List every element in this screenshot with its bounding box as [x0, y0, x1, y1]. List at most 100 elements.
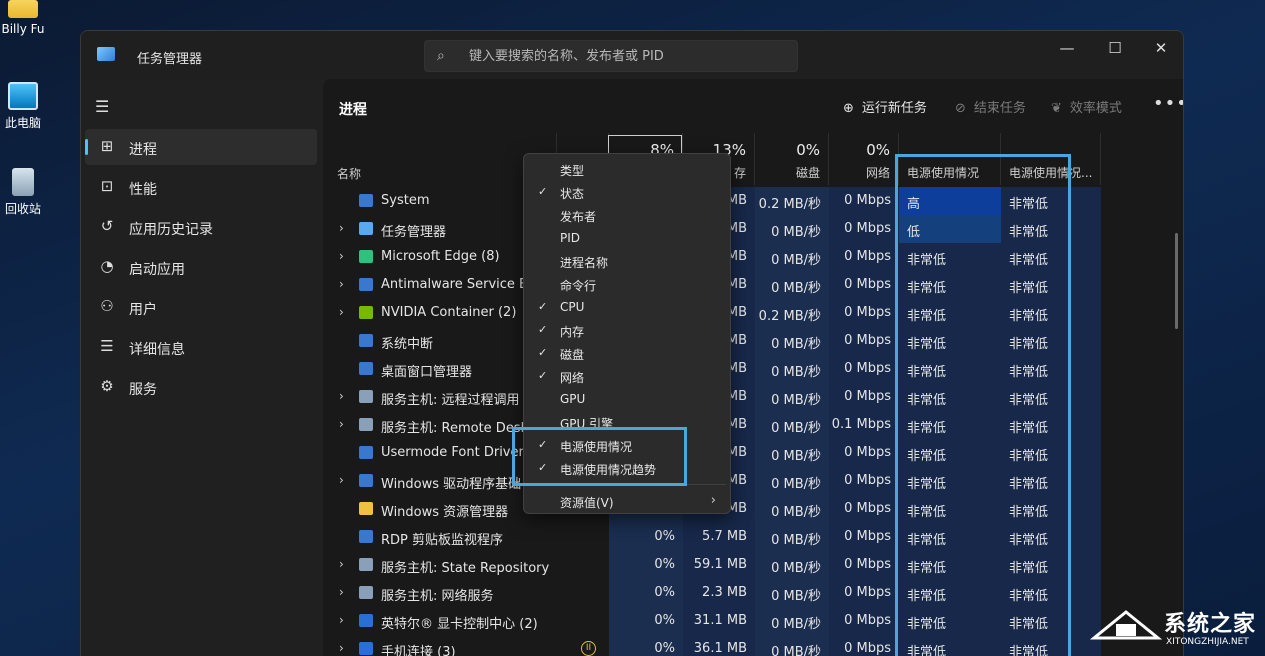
cell-power: 非常低 [899, 523, 1001, 551]
sidebar-item-startup-apps[interactable]: ◔ 启动应用 [85, 249, 317, 285]
process-row[interactable]: › 英特尔® 显卡控制中心 (2) 0% 31.1 MB 0 MB/秒 0 Mbps 非常低… [323, 607, 1183, 635]
sidebar-item-label: 应用历史记录 [129, 222, 213, 238]
cell-power: 非常低 [899, 467, 1001, 495]
sidebar-item-users[interactable]: ⚇ 用户 [85, 289, 317, 325]
expand-chevron-icon[interactable]: › [339, 585, 344, 599]
cell-cpu: 0% [609, 607, 683, 635]
column-header-name[interactable]: 名称 [323, 133, 557, 185]
process-icon [359, 586, 373, 599]
process-row[interactable]: › Microsoft Edge (8) MB 0 MB/秒 0 Mbps 非常低 非常低 [323, 243, 1183, 271]
expand-chevron-icon[interactable]: › [339, 613, 344, 627]
efficiency-mode-button[interactable]: ❦ 效率模式 [1051, 97, 1122, 116]
menu-item[interactable]: ✓ 电源使用情况趋势 [528, 457, 726, 480]
desktop-icon-label: 此电脑 [4, 116, 41, 130]
sidebar-item-app-history[interactable]: ↺ 应用历史记录 [85, 209, 317, 245]
sidebar-item-processes[interactable]: ⊞ 进程 [85, 129, 317, 165]
expand-chevron-icon[interactable]: › [339, 277, 344, 291]
process-row[interactable]: Windows 资源管理器 MB 0 MB/秒 0 Mbps 非常低 非常低 [323, 495, 1183, 523]
process-row[interactable]: › 服务主机: State Repository ... 0% 59.1 MB 0 MB… [323, 551, 1183, 579]
site-watermark: 系统之家 XITONGZHIJIA.NET [1090, 604, 1262, 652]
menu-item[interactable]: 发布者 [528, 204, 726, 227]
menu-item[interactable]: 命令行 [528, 273, 726, 296]
expand-chevron-icon[interactable]: › [339, 389, 344, 403]
process-icon [359, 558, 373, 571]
cell-network: 0 Mbps [829, 551, 899, 579]
expand-chevron-icon[interactable]: › [339, 641, 344, 655]
app-history-icon: ↺ [100, 217, 114, 235]
menu-item[interactable]: 进程名称 [528, 250, 726, 273]
process-row[interactable]: › 服务主机: Remote Deskto MB 0 MB/秒 0.1 Mbps 非常低非… [323, 411, 1183, 439]
column-header-power-usage[interactable]: 电源使用情况 [899, 133, 1001, 185]
processes-icon: ⊞ [100, 137, 114, 155]
table-header: 名称 8% 13% 存 0% 磁盘 0% 网络 电源使用情况 电源使用情况... [323, 133, 1183, 185]
expand-chevron-icon[interactable]: › [339, 305, 344, 319]
menu-item[interactable]: 类型 [528, 158, 726, 181]
cell-trend: 非常低 [1001, 411, 1101, 439]
cell-power: 非常低 [899, 635, 1001, 656]
column-header-disk[interactable]: 0% 磁盘 [755, 133, 829, 185]
scrollbar-thumb[interactable] [1175, 233, 1178, 329]
column-header-power-usage-trend[interactable]: 电源使用情况... [1001, 133, 1101, 185]
menu-item[interactable]: ✓ CPU [528, 296, 726, 319]
process-row[interactable]: › 手机连接 (3) II 0% 36.1 MB 0 MB/秒 0 Mbps 非常低 非常低 [323, 635, 1183, 656]
close-button[interactable]: ✕ [1141, 36, 1181, 60]
menu-item[interactable]: GPU 引擎 [528, 411, 726, 434]
process-row[interactable]: 系统中断 MB 0 MB/秒 0 Mbps 非常低 非常低 [323, 327, 1183, 355]
minimize-button[interactable]: — [1047, 36, 1087, 60]
search-box[interactable]: ⌕ [424, 40, 798, 72]
process-row[interactable]: › Antimalware Service Exec MB 0 MB/秒 0 Mbps 非… [323, 271, 1183, 299]
watermark-logo-icon [1090, 610, 1162, 640]
search-input[interactable] [469, 46, 789, 66]
checkmark-icon: ✓ [538, 346, 548, 359]
desktop-icon-recycle-bin[interactable]: 回收站 [0, 168, 46, 217]
sidebar-item-services[interactable]: ⚙ 服务 [85, 369, 317, 405]
menu-item[interactable]: PID [528, 227, 726, 250]
more-options-button[interactable]: ••• [1153, 93, 1183, 114]
window-title: 任务管理器 [137, 52, 203, 67]
process-row[interactable]: › Windows 驱动程序基础 MB 0 MB/秒 0 Mbps 非常低 非常低 [323, 467, 1183, 495]
expand-chevron-icon[interactable]: › [339, 249, 344, 263]
cell-memory: 2.3 MB [683, 579, 755, 607]
desktop-icon-this-pc[interactable]: 此电脑 [0, 82, 46, 131]
menu-item[interactable]: ✓ 磁盘 [528, 342, 726, 365]
maximize-button[interactable]: ☐ [1095, 36, 1135, 60]
menu-item[interactable]: GPU [528, 388, 726, 411]
expand-chevron-icon[interactable]: › [339, 221, 344, 235]
menu-item[interactable]: ✓ 电源使用情况 [528, 434, 726, 457]
menu-item[interactable]: ✓ 网络 [528, 365, 726, 388]
menu-item-label: CPU [560, 300, 585, 314]
expand-chevron-icon[interactable]: › [339, 417, 344, 431]
process-icon [359, 222, 373, 235]
run-new-task-button[interactable]: ⊕ 运行新任务 [843, 97, 927, 116]
process-icon [359, 642, 373, 655]
expand-chevron-icon[interactable]: › [339, 473, 344, 487]
process-row[interactable]: › 任务管理器 MB 0 MB/秒 0 Mbps 低非常低 [323, 215, 1183, 243]
desktop-icon-billy-fu[interactable]: Billy Fu [0, 0, 46, 36]
cell-memory: 36.1 MB [683, 635, 755, 656]
cell-power: 非常低 [899, 579, 1001, 607]
sidebar-item-performance[interactable]: ⊡ 性能 [85, 169, 317, 205]
process-row[interactable]: › NVIDIA Container (2) MB 0.2 MB/秒 0 Mbps 非常低… [323, 299, 1183, 327]
process-row[interactable]: Usermode Font Driver H MB 0 MB/秒 0 Mbps 非常低非… [323, 439, 1183, 467]
sidebar-item-label: 用户 [129, 302, 157, 318]
menu-item-label: GPU 引擎 [560, 417, 614, 431]
process-row[interactable]: System MB 0.2 MB/秒 0 Mbps 高非常低 [323, 187, 1183, 215]
desktop-icon-label: 回收站 [4, 202, 41, 216]
sidebar-item-label: 启动应用 [129, 262, 185, 278]
process-row[interactable]: RDP 剪贴板监视程序 0% 5.7 MB 0 MB/秒 0 Mbps 非常低 非常低 [323, 523, 1183, 551]
process-row[interactable]: › 服务主机: 远程过程调用 (2 MB 0 MB/秒 0 Mbps 非常低 非常低 [323, 383, 1183, 411]
sidebar-item-details[interactable]: ☰ 详细信息 [85, 329, 317, 365]
menu-item-label: 发布者 [560, 210, 597, 224]
menu-item[interactable]: ✓ 内存 [528, 319, 726, 342]
menu-item-resource-values[interactable]: 资源值(V) › [528, 490, 726, 513]
checkmark-icon: ✓ [538, 461, 548, 474]
process-row[interactable]: › 服务主机: 网络服务 0% 2.3 MB 0 MB/秒 0 Mbps 非常低 非常低 [323, 579, 1183, 607]
column-header-network[interactable]: 0% 网络 [829, 133, 899, 185]
menu-item[interactable]: ✓ 状态 [528, 181, 726, 204]
expand-chevron-icon[interactable]: › [339, 557, 344, 571]
hamburger-menu-icon[interactable]: ☰ [95, 97, 109, 116]
cell-network: 0 Mbps [829, 635, 899, 656]
end-task-button[interactable]: ⊘ 结束任务 [955, 97, 1026, 116]
process-row[interactable]: 桌面窗口管理器 MB 0 MB/秒 0 Mbps 非常低 非常低 [323, 355, 1183, 383]
column-label: 存 [733, 166, 746, 180]
